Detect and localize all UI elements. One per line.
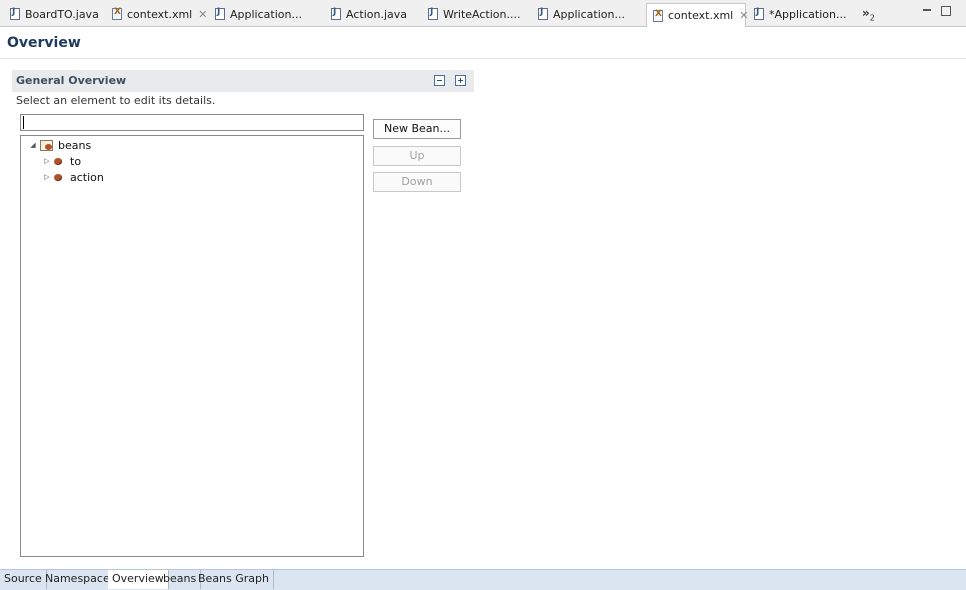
java-file-icon bbox=[331, 7, 341, 20]
overflow-count: 2 bbox=[869, 13, 875, 23]
tab-label: WriteAction.... bbox=[443, 7, 521, 21]
down-button[interactable]: Down bbox=[373, 172, 461, 192]
editor-tab-application-1[interactable]: Application... bbox=[209, 3, 321, 25]
title-divider bbox=[0, 58, 966, 59]
collapse-all-icon[interactable] bbox=[434, 75, 445, 86]
beans-root-icon bbox=[40, 139, 53, 151]
tab-label: context.xml bbox=[127, 7, 193, 21]
tree-node-label: to bbox=[70, 154, 82, 168]
tree-node-to[interactable]: ▷ to bbox=[43, 153, 81, 169]
tab-label: context.xml bbox=[668, 9, 734, 22]
new-bean-button[interactable]: New Bean... bbox=[373, 119, 461, 139]
editor-tab-boardto-java[interactable]: BoardTO.java bbox=[4, 3, 102, 25]
tab-beans-graph[interactable]: Beans Graph bbox=[194, 570, 274, 589]
tab-label: Application... bbox=[230, 7, 302, 21]
xml-file-icon bbox=[653, 9, 663, 22]
section-title: General Overview bbox=[16, 74, 127, 87]
java-file-icon bbox=[10, 7, 20, 20]
tree-node-action[interactable]: ▷ action bbox=[43, 169, 104, 185]
editor-tab-writeaction[interactable]: WriteAction.... bbox=[422, 3, 530, 25]
maximize-icon[interactable] bbox=[941, 6, 951, 16]
java-file-icon bbox=[538, 7, 548, 20]
minimize-icon[interactable] bbox=[922, 6, 932, 16]
editor-tab-action-java[interactable]: Action.java bbox=[325, 3, 421, 25]
bean-icon bbox=[54, 173, 62, 181]
collapsed-triangle-icon[interactable]: ▷ bbox=[43, 173, 51, 181]
expand-all-icon[interactable] bbox=[455, 75, 466, 86]
tab-label: Application... bbox=[553, 7, 625, 21]
text-cursor bbox=[23, 116, 24, 129]
tab-overflow-button[interactable]: »2 bbox=[862, 6, 875, 22]
filter-input[interactable] bbox=[20, 114, 364, 131]
editor-tab-application-2[interactable]: Application... bbox=[532, 3, 644, 25]
editor-page-tabs: Source Namespaces Overview beans Beans G… bbox=[0, 569, 966, 590]
tab-source[interactable]: Source bbox=[0, 570, 47, 589]
section-description: Select an element to edit its details. bbox=[16, 94, 216, 107]
overflow-chevron-icon: » bbox=[862, 6, 870, 20]
tree-node-beans[interactable]: ◢ beans bbox=[29, 137, 91, 153]
collapsed-triangle-icon[interactable]: ▷ bbox=[43, 157, 51, 165]
page-title: Overview bbox=[7, 35, 81, 51]
section-header: General Overview bbox=[12, 70, 474, 92]
tree-node-label: beans bbox=[58, 138, 92, 152]
tab-label: Action.java bbox=[346, 7, 407, 21]
expanded-triangle-icon[interactable]: ◢ bbox=[29, 141, 37, 149]
beans-tree[interactable]: ◢ beans ▷ to ▷ action bbox=[20, 135, 364, 557]
java-file-icon bbox=[754, 7, 764, 20]
tab-label: BoardTO.java bbox=[25, 7, 99, 21]
up-button[interactable]: Up bbox=[373, 146, 461, 166]
close-icon[interactable]: ✕ bbox=[198, 8, 207, 21]
bean-icon bbox=[54, 157, 62, 165]
tree-node-label: action bbox=[70, 170, 104, 184]
editor-tab-bar: BoardTO.java context.xml ✕ Application..… bbox=[0, 0, 966, 27]
editor-tab-application-dirty[interactable]: *Application... bbox=[748, 3, 854, 25]
java-file-icon bbox=[215, 7, 225, 20]
tab-label: *Application... bbox=[769, 7, 847, 21]
editor-tab-context-xml-1[interactable]: context.xml ✕ bbox=[106, 3, 207, 25]
java-file-icon bbox=[428, 7, 438, 20]
editor-tab-context-xml-active[interactable]: context.xml ✕ bbox=[646, 3, 748, 27]
xml-file-icon bbox=[112, 7, 122, 20]
